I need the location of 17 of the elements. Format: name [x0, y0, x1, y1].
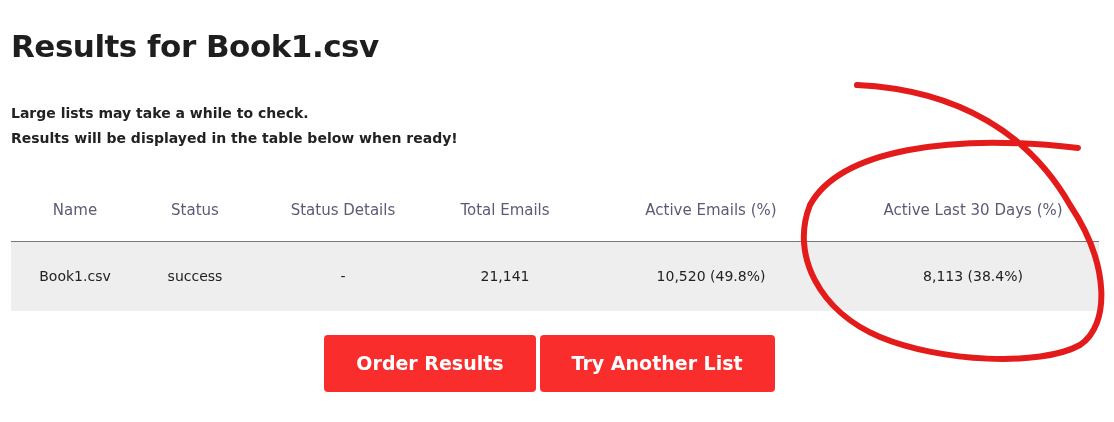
- notice-text: Large lists may take a while to check.: [11, 104, 310, 124]
- table-cell: 8,113 (38.4%): [847, 241, 1099, 312]
- column-header: Status Details: [251, 179, 435, 242]
- action-button[interactable]: Order Results: [324, 335, 536, 392]
- column-header: Name: [11, 179, 139, 242]
- column-header: Total Emails: [435, 179, 575, 242]
- table-cell: Book1.csv: [11, 241, 139, 312]
- table-cell: 10,520 (49.8%): [575, 241, 847, 312]
- table-cell: 21,141: [435, 241, 575, 312]
- column-header: Active Emails (%): [575, 179, 847, 242]
- notice-text: Results will be displayed in the table below when ready!: [11, 129, 459, 149]
- page-heading: Results for Book1.csv: [11, 28, 380, 66]
- table-cell: -: [251, 241, 435, 312]
- action-button[interactable]: Try Another List: [539, 335, 775, 392]
- column-header: Status: [139, 179, 251, 242]
- column-header: Active Last 30 Days (%): [847, 179, 1099, 242]
- table-cell: success: [139, 241, 251, 312]
